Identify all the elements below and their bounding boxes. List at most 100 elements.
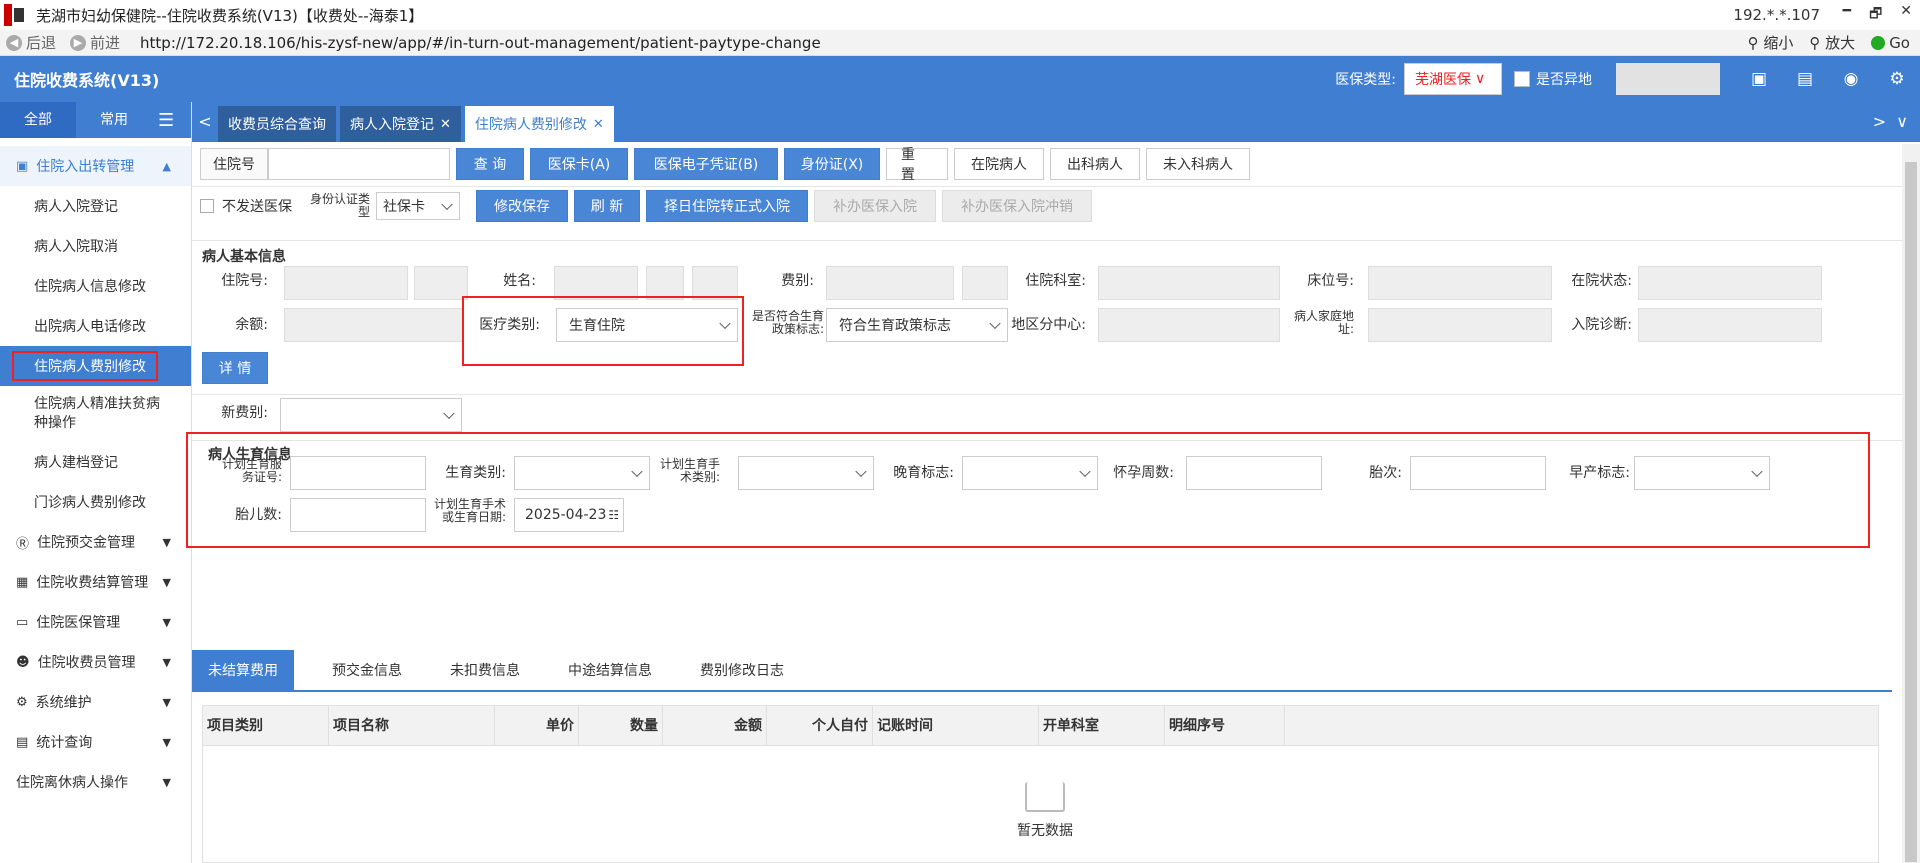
- new-fee-label: 新费别:: [221, 405, 268, 421]
- sidebar-item-file-register[interactable]: 病人建档登记: [0, 442, 191, 482]
- no-send-checkbox[interactable]: [200, 199, 214, 213]
- sidebar-group-settlement[interactable]: ▦ 住院收费结算管理 ▼: [0, 562, 191, 602]
- fetus-count-input[interactable]: [290, 498, 426, 532]
- go-button[interactable]: Go: [1871, 34, 1910, 52]
- op-date-input[interactable]: 2025-04-23 ☷: [514, 498, 624, 532]
- sidebar-group-stats[interactable]: ▤ 统计查询 ▼: [0, 722, 191, 762]
- tab-unsettled-fees[interactable]: 未结算费用: [192, 650, 294, 692]
- refresh-button[interactable]: 刷 新: [574, 190, 640, 222]
- col-unit-price[interactable]: 单价: [495, 705, 579, 746]
- supplement-reverse-button[interactable]: 补办医保入院冲销: [942, 190, 1092, 222]
- plan-op-type-select[interactable]: [738, 456, 874, 490]
- sidebar-group-admission[interactable]: ▣ 住院入出转管理 ▲: [0, 146, 191, 186]
- tab-admission-register[interactable]: 病人入院登记 ✕: [340, 106, 461, 142]
- col-quantity[interactable]: 数量: [579, 705, 663, 746]
- empty-text: 暂无数据: [1017, 823, 1073, 839]
- close-icon[interactable]: ✕: [1900, 3, 1912, 27]
- page-scrollbar[interactable]: [1902, 144, 1920, 863]
- col-self-pay[interactable]: 个人自付: [767, 705, 873, 746]
- tab-fee-change-log[interactable]: 费别修改日志: [684, 650, 800, 692]
- discharged-button[interactable]: 出科病人: [1050, 148, 1140, 180]
- sidebar-item-info-edit[interactable]: 住院病人信息修改: [0, 266, 191, 306]
- restore-icon[interactable]: 🗗: [1869, 3, 1882, 27]
- plan-cert-input[interactable]: [290, 456, 426, 490]
- col-item-category[interactable]: 项目类别: [203, 705, 329, 746]
- tab-deposit-info[interactable]: 预交金信息: [316, 650, 418, 692]
- col-item-name[interactable]: 项目名称: [329, 705, 495, 746]
- not-admitted-button[interactable]: 未入科病人: [1146, 148, 1250, 180]
- menu-icon[interactable]: ☰: [158, 110, 174, 131]
- in-hospital-button[interactable]: 在院病人: [954, 148, 1044, 180]
- sidebar-group-system[interactable]: ⚙ 系统维护 ▼: [0, 682, 191, 722]
- url-field[interactable]: http://172.20.18.106/his-zysf-new/app/#/…: [140, 34, 821, 52]
- reset-button[interactable]: 重 置: [886, 147, 948, 183]
- back-button[interactable]: ◀ 后退: [6, 32, 56, 53]
- gest-weeks-input[interactable]: [1186, 456, 1322, 490]
- supplement-admission-button[interactable]: 补办医保入院: [814, 190, 936, 222]
- chevron-left-icon[interactable]: <: [192, 102, 218, 142]
- sidebar-tab-all[interactable]: 全部: [0, 102, 76, 138]
- insurance-card-button[interactable]: 医保卡(A): [530, 148, 628, 180]
- chart-icon: ▤: [16, 734, 29, 750]
- gear-icon[interactable]: ⚙: [1874, 69, 1920, 89]
- zoom-out-button[interactable]: ⚲ 缩小: [1748, 32, 1794, 53]
- sidebar-item-admission-cancel[interactable]: 病人入院取消: [0, 226, 191, 266]
- close-icon[interactable]: ✕: [593, 117, 604, 132]
- col-charge-time[interactable]: 记账时间: [873, 705, 1039, 746]
- tab-undeducted-info[interactable]: 未扣费信息: [434, 650, 536, 692]
- id-card-button[interactable]: 身份证(X): [784, 148, 880, 180]
- inpatient-no-input[interactable]: [268, 148, 450, 180]
- sidebar-item-phone-edit[interactable]: 出院病人电话修改: [0, 306, 191, 346]
- zoom-in-button[interactable]: ⚲ 放大: [1809, 32, 1855, 53]
- sidebar-group-deposit[interactable]: Ⓡ 住院预交金管理 ▼: [0, 522, 191, 562]
- premature-select[interactable]: [1634, 456, 1770, 490]
- plan-op-type-label: 计划生育手术类别:: [659, 457, 720, 484]
- sidebar-item-paytype-change[interactable]: 住院病人费别修改: [0, 346, 191, 386]
- scrollbar-thumb[interactable]: [1905, 162, 1917, 862]
- col-amount[interactable]: 金额: [663, 705, 767, 746]
- sidebar-item-poverty[interactable]: 住院病人精准扶贫病种操作: [0, 386, 191, 442]
- close-icon[interactable]: ✕: [440, 117, 451, 132]
- policy-select[interactable]: 符合生育政策标志: [826, 308, 1008, 342]
- forward-button[interactable]: ▶ 前进: [70, 32, 120, 53]
- window-title: 芜湖市妇幼保健院--住院收费系统(V13)【收费处--海泰1】: [36, 6, 424, 25]
- name-value: [554, 266, 638, 300]
- sidebar-group-cashier[interactable]: ☻ 住院收费员管理 ▼: [0, 642, 191, 682]
- e-voucher-button[interactable]: 医保电子凭证(B): [634, 148, 778, 180]
- birth-type-label: 生育类别:: [445, 465, 506, 481]
- detail-button[interactable]: 详 情: [202, 352, 268, 384]
- minimize-icon[interactable]: ━: [1843, 3, 1851, 27]
- new-fee-select[interactable]: [280, 398, 462, 432]
- calendar-icon[interactable]: ☷: [608, 508, 619, 522]
- sidebar-item-outpatient-fee[interactable]: 门诊病人费别修改: [0, 482, 191, 522]
- dept-label: 住院科室:: [1025, 273, 1086, 289]
- document-icon[interactable]: ▤: [1782, 69, 1828, 89]
- sidebar-group-retired[interactable]: 住院离休病人操作 ▼: [0, 762, 191, 802]
- insurance-type-select[interactable]: 芜湖医保 ∨: [1404, 63, 1502, 95]
- sidebar-tab-common[interactable]: 常用: [76, 102, 152, 138]
- chevron-down-icon: ▼: [162, 775, 171, 789]
- save-button[interactable]: 修改保存: [476, 190, 568, 222]
- col-detail-no[interactable]: 明细序号: [1165, 705, 1285, 746]
- card-reader-icon[interactable]: ▣: [1736, 69, 1782, 89]
- back-icon: ◀: [6, 34, 22, 51]
- plan-cert-label: 计划生育服务证号:: [221, 457, 282, 484]
- med-type-select[interactable]: 生育住院: [556, 308, 738, 342]
- late-birth-label: 晚育标志:: [893, 465, 954, 481]
- convert-admission-button[interactable]: 择日住院转正式入院: [646, 190, 808, 222]
- query-button[interactable]: 查 询: [456, 148, 524, 180]
- remote-checkbox[interactable]: [1514, 71, 1530, 87]
- col-order-dept[interactable]: 开单科室: [1039, 705, 1165, 746]
- parity-input[interactable]: [1410, 456, 1546, 490]
- tab-paytype-change[interactable]: 住院病人费别修改 ✕: [464, 106, 614, 142]
- chevron-right-icon[interactable]: > ∨: [1873, 112, 1908, 131]
- eye-icon[interactable]: ◉: [1828, 69, 1874, 89]
- id-type-select[interactable]: 社保卡: [376, 192, 460, 220]
- birth-type-select[interactable]: [514, 456, 650, 490]
- sidebar-item-admission-register[interactable]: 病人入院登记: [0, 186, 191, 226]
- tab-midway-settlement[interactable]: 中途结算信息: [552, 650, 668, 692]
- sidebar-group-insurance[interactable]: ▭ 住院医保管理 ▼: [0, 602, 191, 642]
- region-value: [1098, 308, 1280, 342]
- late-birth-select[interactable]: [962, 456, 1098, 490]
- tab-cashier-query[interactable]: 收费员综合查询: [218, 106, 336, 142]
